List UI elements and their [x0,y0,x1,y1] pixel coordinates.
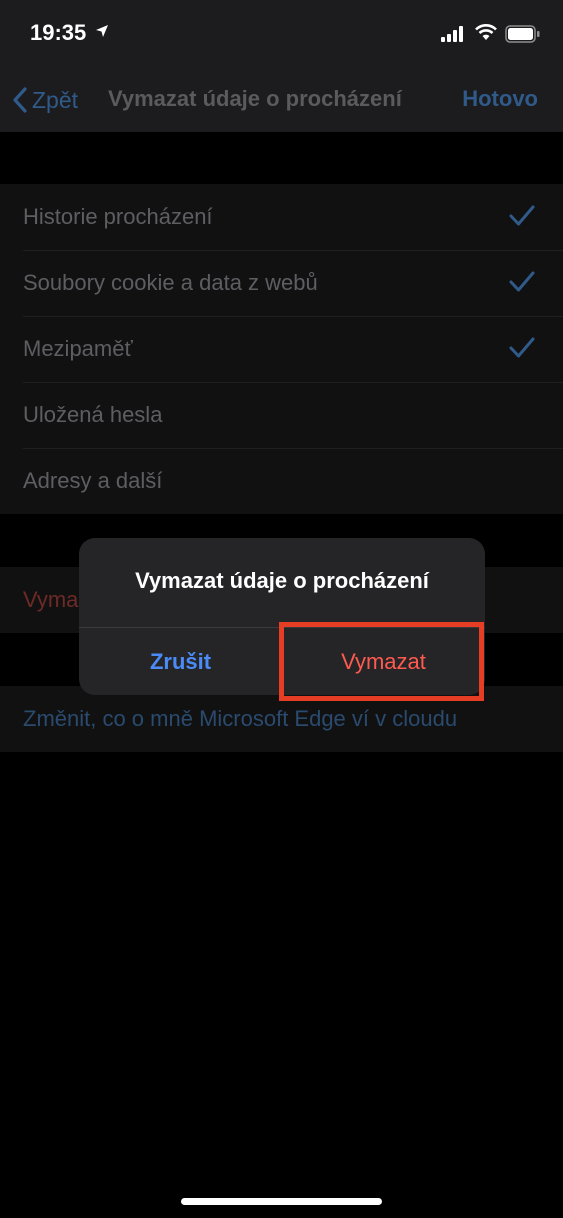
list-item-label: Mezipaměť [23,336,133,361]
location-arrow-icon [96,25,108,37]
cellular-signal-icon [441,26,463,42]
checkmark-icon [509,337,535,358]
checkmark-icon [509,205,535,226]
list-item-addresses[interactable]: Adresy a další [0,448,563,514]
list-item-history[interactable]: Historie procházení [0,184,563,250]
wifi-icon [475,24,497,40]
list-item-label: Adresy a další [23,468,163,493]
list-item-passwords[interactable]: Uložená hesla [0,382,563,448]
cancel-button[interactable]: Zrušit [79,628,282,695]
clear-data-label: Vyma [23,587,79,612]
dialog-title: Vymazat údaje o procházení [135,568,429,593]
done-button[interactable]: Hotovo [462,86,538,112]
data-types-list: Historie procházení Soubory cookie a dat… [0,184,563,514]
list-item-label: Soubory cookie a data z webů [23,270,318,295]
chevron-left-icon [13,87,27,113]
page-title: Vymazat údaje o procházení [108,86,402,111]
cloud-data-link-label: Změnit, co o mně Microsoft Edge ví v clo… [23,706,458,731]
list-item-cookies[interactable]: Soubory cookie a data z webů [0,250,563,316]
back-label: Zpět [32,86,79,113]
highlight-box [279,622,484,701]
battery-icon [505,25,540,43]
back-button[interactable]: Zpět [12,85,78,115]
status-bar: 19:35 [0,0,563,70]
list-item-cache[interactable]: Mezipaměť [0,316,563,382]
list-item-label: Uložená hesla [23,402,163,427]
checkmark-icon [509,271,535,292]
list-item-label: Historie procházení [23,204,213,229]
navigation-bar: Zpět Vymazat údaje o procházení Hotovo [0,70,563,132]
home-indicator[interactable] [181,1198,382,1205]
status-time: 19:35 [30,20,87,45]
